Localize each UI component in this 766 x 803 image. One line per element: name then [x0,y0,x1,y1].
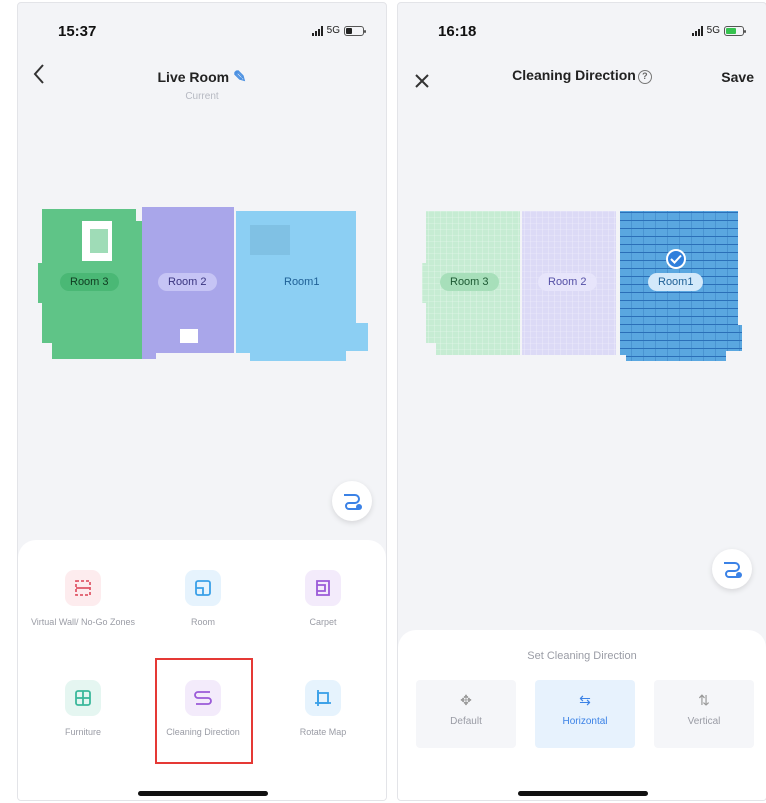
signal-icon [691,25,703,36]
tool-label: Rotate Map [299,727,347,737]
direction-option-vertical[interactable]: ⇅ Vertical [654,680,754,748]
status-bar: 16:18 5G [398,3,766,57]
battery-icon [344,25,366,36]
tool-carpet[interactable]: Carpet [268,570,378,628]
room-2-obstacle [180,329,198,343]
page-title-text: Live Room [157,69,230,85]
direction-option-default[interactable]: ✥ Default [416,680,516,748]
nav-bar: Live Room ✎ Current [18,57,386,107]
edit-tools-panel: Virtual Wall/ No-Go Zones Room Carpet Fu… [18,540,386,800]
status-time: 15:37 [58,23,97,40]
room-label-room-3[interactable]: Room 3 [440,273,499,291]
tool-label: Room [190,617,215,627]
floor-map: Room 3 Room 2 Room1 [416,205,746,365]
direction-option-label: Horizontal [562,716,608,727]
room-label-room-2[interactable]: Room 2 [538,273,597,291]
route-icon [724,562,742,578]
map-options-button[interactable] [332,481,372,521]
page-title: Live Room ✎ [18,67,386,87]
status-time: 16:18 [438,23,477,40]
room-label-room-2[interactable]: Room 2 [158,273,217,291]
status-icons: 5G [691,25,746,36]
home-indicator [518,791,648,796]
page-title-text: Cleaning Direction [512,67,636,83]
tool-virtual-wall[interactable]: Virtual Wall/ No-Go Zones [28,570,138,628]
vertical-arrows-icon: ⇅ [698,692,710,708]
tool-rotate-map[interactable]: Rotate Map [268,680,378,738]
edit-pencil-icon[interactable]: ✎ [233,69,246,86]
room-label-room-3[interactable]: Room 3 [60,273,119,291]
rotate-map-icon [305,680,341,716]
room-selected-check-icon [666,249,686,269]
page-subtitle: Current [185,91,219,102]
battery-icon [724,25,746,36]
tool-label: Virtual Wall/ No-Go Zones [30,617,136,627]
room-icon [185,570,221,606]
room-label-room-1[interactable]: Room1 [274,273,329,291]
map-options-button[interactable] [712,549,752,589]
carpet-icon [305,570,341,606]
phone-screen-map-edit: 15:37 5G Live Room ✎ Current Room 3 Room… [17,2,387,801]
horizontal-arrows-icon: ⇆ [579,692,591,708]
move-icon: ✥ [460,692,472,708]
save-button[interactable]: Save [721,69,754,85]
phone-screen-cleaning-direction: 16:18 5G Cleaning Direction? Save Room 3… [397,2,766,801]
network-type: 5G [326,25,340,36]
status-bar: 15:37 5G [18,3,386,57]
nav-bar: Cleaning Direction? Save [398,57,766,107]
home-indicator [138,791,268,796]
room-1-feature [250,225,290,255]
direction-option-label: Default [450,716,482,727]
status-icons: 5G [311,25,366,36]
virtual-wall-icon [65,570,101,606]
direction-option-label: Vertical [687,716,721,727]
tool-label: Furniture [64,727,101,737]
furniture-icon [65,680,101,716]
page-title: Cleaning Direction? [398,67,766,84]
cleaning-direction-panel: Set Cleaning Direction ✥ Default ⇆ Horiz… [398,630,766,800]
direction-option-horizontal[interactable]: ⇆ Horizontal [535,680,635,748]
tool-furniture[interactable]: Furniture [28,680,138,738]
route-icon [344,494,362,510]
help-icon[interactable]: ? [637,70,652,84]
room-label-room-1[interactable]: Room1 [648,273,704,291]
signal-icon [311,25,323,36]
tool-room[interactable]: Room [148,570,258,628]
network-type: 5G [706,25,720,36]
highlight-box [155,658,253,764]
floor-map: Room 3 Room 2 Room1 [38,203,368,363]
tool-label: Carpet [309,617,337,627]
panel-title: Set Cleaning Direction [527,650,637,662]
